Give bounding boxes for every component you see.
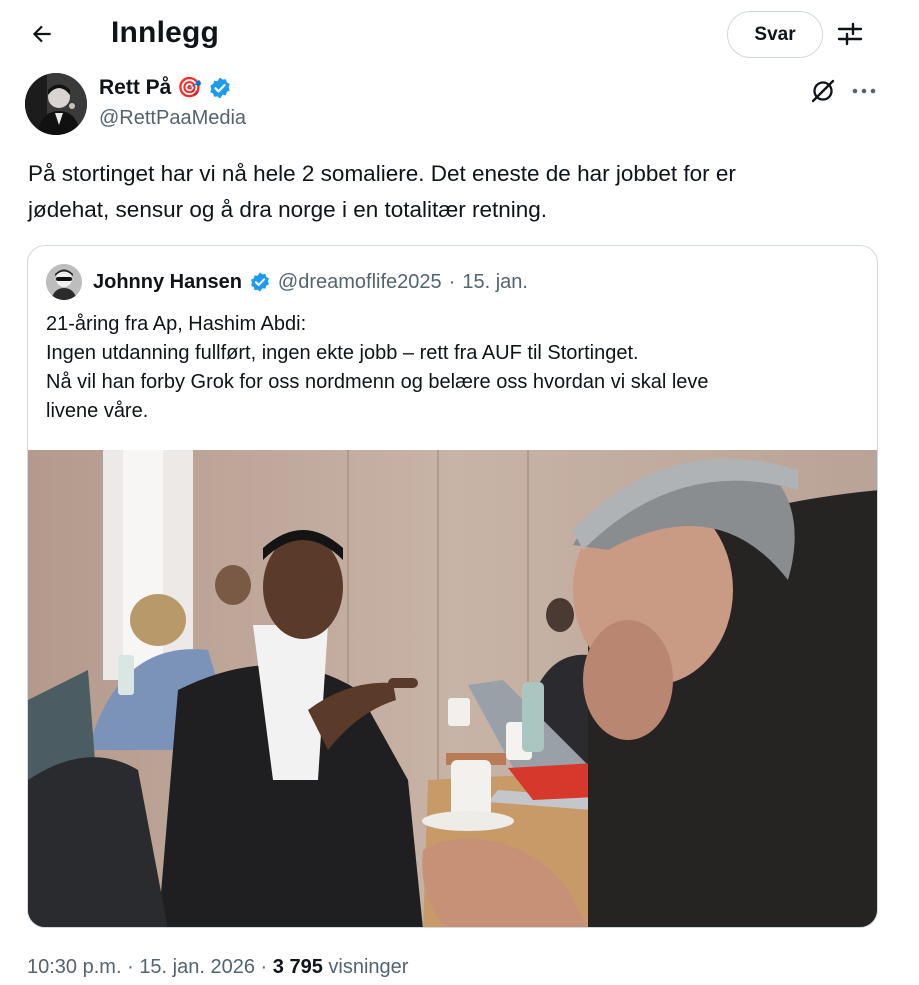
top-bar: Innlegg Svar xyxy=(0,0,919,68)
target-emoji: 🎯 xyxy=(177,77,203,99)
quoted-text-line: 21-åring fra Ap, Hashim Abdi: xyxy=(46,313,307,335)
more-options-button[interactable] xyxy=(847,77,881,105)
quoted-author-handle: @dreamoflife2025 xyxy=(277,270,442,293)
separator: · xyxy=(448,270,456,293)
verified-badge-icon xyxy=(251,272,269,292)
post-text-line: jødehat, sensur og å dra norge i en tota… xyxy=(28,197,548,222)
verified-badge-icon xyxy=(210,77,230,99)
post-text-line: På stortinget har vi nå hele 2 somaliere… xyxy=(28,161,736,186)
post-meta: 10:30 p.m. · 15. jan. 2026 · 3 795 visni… xyxy=(27,956,408,979)
post-time[interactable]: 10:30 p.m. xyxy=(27,956,122,978)
page-title: Innlegg xyxy=(111,16,220,49)
arrow-left-icon xyxy=(32,25,51,43)
grok-button[interactable] xyxy=(809,77,837,105)
author-name[interactable]: Rett På xyxy=(99,76,171,100)
more-icon xyxy=(852,88,876,94)
quoted-post-photo[interactable] xyxy=(28,450,878,928)
quoted-post-text: 21-åring fra Ap, Hashim Abdi: Ingen utda… xyxy=(46,310,861,426)
author-handle[interactable]: @RettPaaMedia xyxy=(99,107,246,130)
reply-button[interactable]: Svar xyxy=(727,11,823,58)
quoted-text-line: Nå vil han forby Grok for oss nordmenn o… xyxy=(46,371,709,393)
quoted-author-avatar[interactable] xyxy=(46,264,82,300)
filter-button[interactable] xyxy=(832,16,868,52)
quoted-text-line: livene våre. xyxy=(46,400,149,422)
quoted-text-line: Ingen utdanning fullført, ingen ekte job… xyxy=(46,342,639,364)
separator: · xyxy=(127,956,134,978)
views-count: 3 795 xyxy=(272,956,323,978)
quoted-author-name: Johnny Hansen xyxy=(93,270,242,293)
post-author: Rett På 🎯 @RettPaaMedia xyxy=(25,73,895,135)
back-button[interactable] xyxy=(22,14,62,54)
separator: · xyxy=(260,956,268,978)
grok-icon xyxy=(811,79,835,103)
author-name-line: Rett På 🎯 xyxy=(99,76,232,100)
post-date[interactable]: 15. jan. 2026 xyxy=(139,956,255,978)
sliders-icon xyxy=(837,22,863,46)
quoted-post[interactable]: Johnny Hansen @dreamoflife2025 · 15. jan… xyxy=(27,245,878,928)
quoted-post-date: 15. jan. xyxy=(462,270,528,293)
post-text: På stortinget har vi nå hele 2 somaliere… xyxy=(28,156,888,228)
author-avatar[interactable] xyxy=(25,73,87,135)
views-label: visninger xyxy=(328,956,409,978)
quoted-post-header: Johnny Hansen @dreamoflife2025 · 15. jan… xyxy=(46,264,528,300)
